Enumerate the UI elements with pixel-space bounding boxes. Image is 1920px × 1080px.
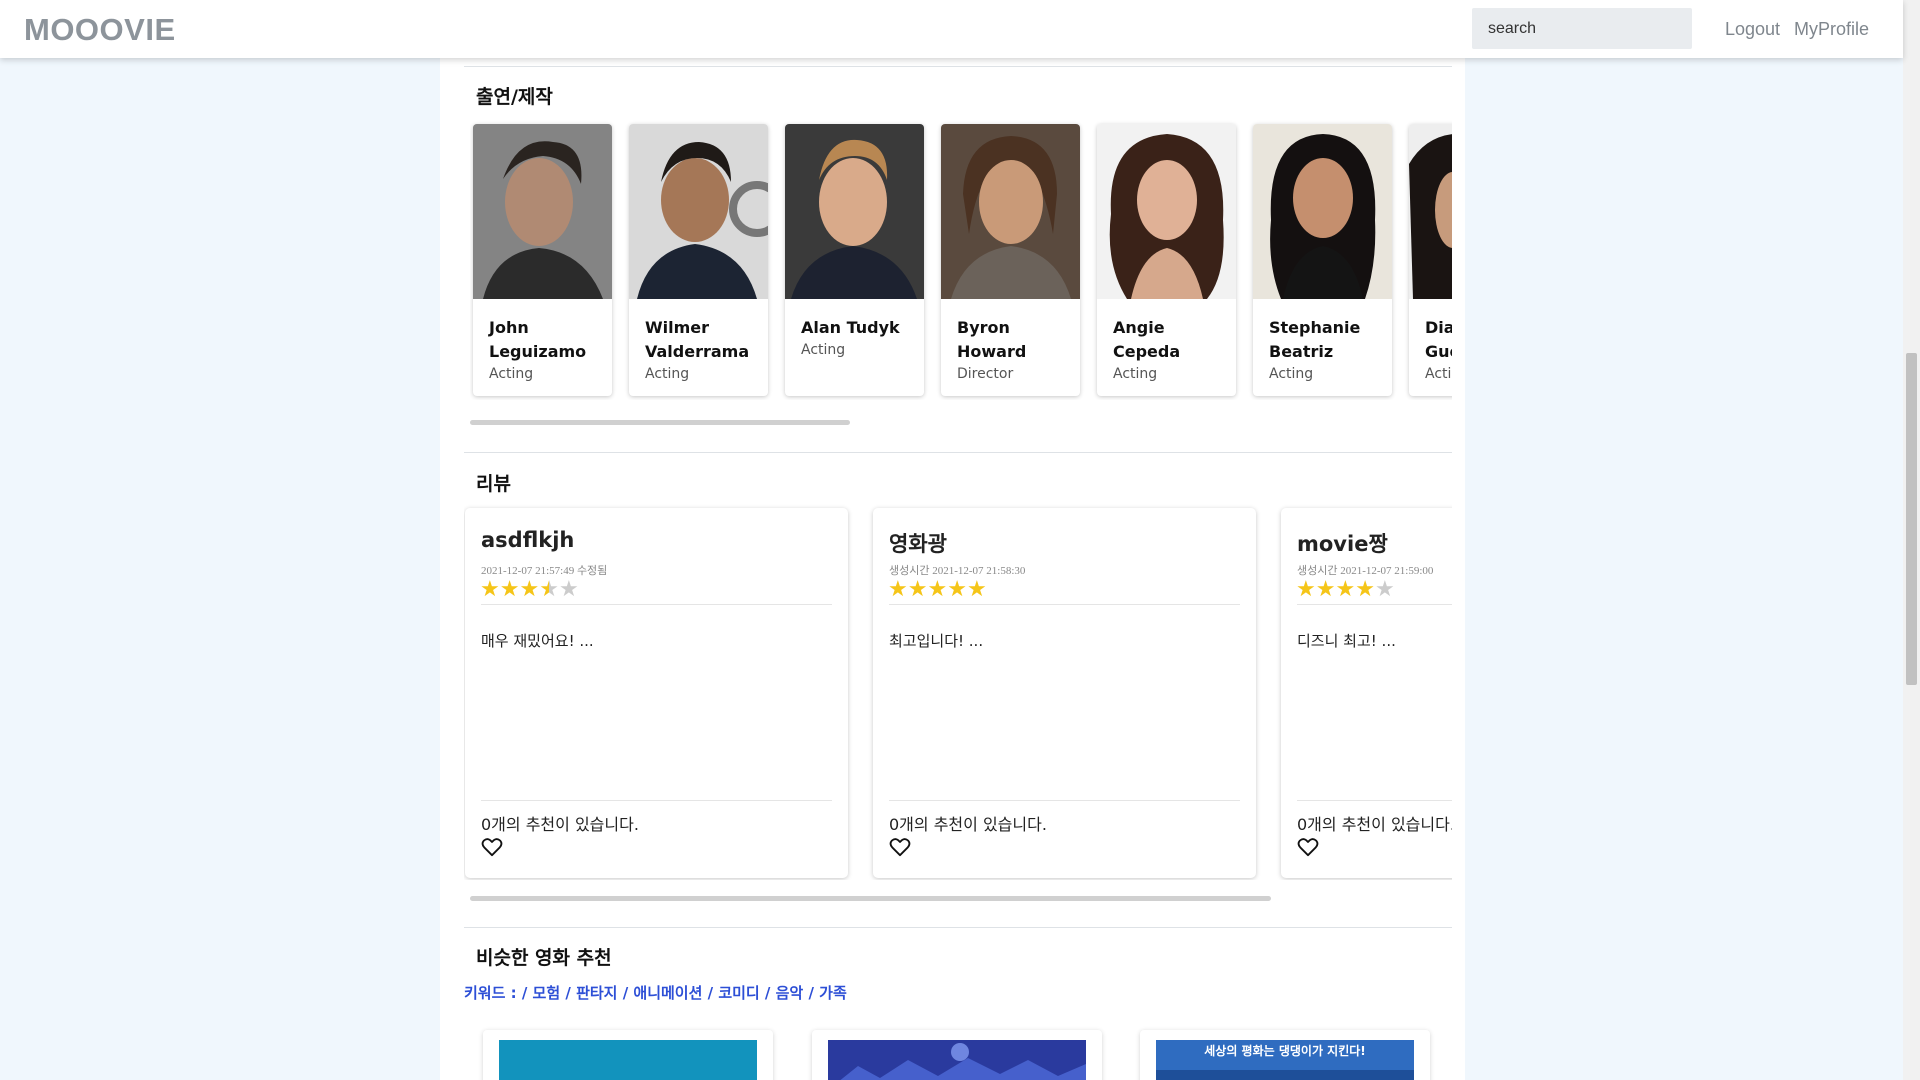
- star-icon: ★: [966, 577, 987, 602]
- review-scrollbar[interactable]: [470, 896, 1271, 901]
- movie-poster: [828, 1040, 1086, 1080]
- movie-card[interactable]: 세상의 평화는 댕댕이가 지킨다!: [1140, 1030, 1430, 1080]
- search-input[interactable]: [1472, 8, 1692, 49]
- heart-icon[interactable]: [481, 837, 503, 857]
- cast-name: Angie Cepeda: [1113, 318, 1181, 361]
- star-icon: ★: [907, 577, 928, 602]
- review-timestamp: 2021-12-07 21:57:49 수정됨: [481, 565, 608, 577]
- cast-photo: [1097, 124, 1236, 299]
- review-body: 디즈니 최고! ...: [1297, 632, 1396, 650]
- cast-name: John Leguizamo: [489, 318, 587, 361]
- cast-job: Director: [957, 366, 1014, 382]
- cast-section-title: 출연/제작: [476, 86, 553, 108]
- review-card[interactable]: 영화광 생성시간 2021-12-07 21:58:30 ★★★★★ 최고입니다…: [873, 508, 1256, 878]
- divider: [1297, 800, 1452, 801]
- cast-name: Byron Howard: [957, 318, 1027, 361]
- review-section-title: 리뷰: [476, 473, 511, 495]
- star-icon: ★: [927, 577, 948, 602]
- divider: [464, 927, 1452, 928]
- cast-photo: [785, 124, 924, 299]
- logout-link[interactable]: Logout: [1725, 19, 1780, 40]
- cast-job: Acting: [801, 342, 846, 358]
- cast-card[interactable]: Diane Guerrero Acting: [1409, 124, 1452, 396]
- review-carousel[interactable]: asdflkjh 2021-12-07 21:57:49 수정됨 ★★★★★ 매…: [464, 504, 1452, 880]
- movie-poster: [499, 1040, 757, 1080]
- half-star-icon: ★: [539, 577, 559, 602]
- star-empty-icon: ★: [1374, 577, 1395, 602]
- divider: [481, 800, 832, 801]
- star-icon: ★: [480, 577, 500, 602]
- star-icon: ★: [947, 577, 967, 602]
- star-icon: ★: [1355, 577, 1375, 602]
- review-timestamp: 생성시간 2021-12-07 21:59:00: [1297, 565, 1434, 577]
- heart-icon[interactable]: [1297, 837, 1319, 857]
- cast-job: Acting: [1113, 366, 1158, 382]
- cast-card[interactable]: Wilmer Valderrama Acting: [629, 124, 768, 396]
- review-body: 최고입니다! ...: [889, 632, 984, 650]
- page-scrollbar-thumb[interactable]: [1906, 353, 1917, 685]
- cast-card[interactable]: John Leguizamo Acting: [473, 124, 612, 396]
- cast-card[interactable]: Alan Tudyk Acting: [785, 124, 924, 396]
- review-username[interactable]: 영화광: [889, 528, 947, 558]
- my-profile-link[interactable]: MyProfile: [1794, 19, 1869, 40]
- cast-photo: [1253, 124, 1392, 299]
- review-rating: ★★★★★: [480, 578, 579, 602]
- star-icon: ★: [519, 577, 540, 602]
- review-likes: 0개의 추천이 있습니다.: [889, 815, 1047, 834]
- divider: [464, 452, 1452, 453]
- review-username[interactable]: asdflkjh: [481, 528, 574, 552]
- cast-photo: [941, 124, 1080, 299]
- cast-carousel[interactable]: John Leguizamo Acting Wilmer Valderrama …: [470, 118, 1452, 400]
- cast-card[interactable]: Angie Cepeda Acting: [1097, 124, 1236, 396]
- star-icon: ★: [1335, 577, 1356, 602]
- divider: [481, 604, 832, 605]
- star-icon: ★: [1296, 577, 1316, 602]
- review-username[interactable]: movie짱: [1297, 528, 1388, 558]
- review-card[interactable]: movie짱 생성시간 2021-12-07 21:59:00 ★★★★★ 디즈…: [1281, 508, 1452, 878]
- movie-card[interactable]: [483, 1030, 773, 1080]
- cast-job: Acting: [1269, 366, 1314, 382]
- cast-scrollbar[interactable]: [470, 420, 850, 425]
- heart-icon[interactable]: [889, 837, 911, 857]
- cast-job: Acting: [645, 366, 690, 382]
- review-timestamp: 생성시간 2021-12-07 21:58:30: [889, 565, 1026, 577]
- cast-name: Stephanie Beatriz: [1269, 318, 1361, 361]
- star-empty-icon: ★: [558, 577, 579, 602]
- cast-card[interactable]: Byron Howard Director: [941, 124, 1080, 396]
- star-icon: ★: [1315, 577, 1336, 602]
- cast-name: Wilmer Valderrama: [645, 318, 750, 361]
- cast-card[interactable]: Stephanie Beatriz Acting: [1253, 124, 1392, 396]
- star-icon: ★: [888, 577, 908, 602]
- cast-job: Acting: [1425, 366, 1452, 382]
- review-rating: ★★★★★: [888, 578, 987, 602]
- review-card[interactable]: asdflkjh 2021-12-07 21:57:49 수정됨 ★★★★★ 매…: [465, 508, 848, 878]
- brand-logo[interactable]: MOOOVIE: [24, 12, 176, 48]
- review-likes: 0개의 추천이 있습니다.: [481, 815, 639, 834]
- cast-photo: [473, 124, 612, 299]
- cast-job: Acting: [489, 366, 534, 382]
- cast-name: Alan Tudyk: [801, 318, 900, 337]
- cast-photo: [629, 124, 768, 299]
- review-rating: ★★★★★: [1296, 578, 1395, 602]
- poster-tagline: 세상의 평화는 댕댕이가 지킨다!: [1204, 1044, 1366, 1058]
- review-body: 매우 재밌어요! ...: [481, 632, 594, 650]
- cast-name: Diane Guerrero: [1425, 318, 1452, 361]
- movie-card[interactable]: [812, 1030, 1102, 1080]
- divider: [889, 604, 1240, 605]
- cast-photo: [1409, 124, 1452, 299]
- navbar: MOOOVIE Logout MyProfile: [0, 0, 1903, 58]
- keyword-list[interactable]: 키워드 : / 모험 / 판타지 / 애니메이션 / 코미디 / 음악 / 가족: [464, 982, 847, 1003]
- divider: [1297, 604, 1452, 605]
- star-icon: ★: [499, 577, 520, 602]
- similar-section-title: 비슷한 영화 추천: [476, 947, 612, 969]
- divider: [464, 66, 1452, 67]
- divider: [889, 800, 1240, 801]
- review-likes: 0개의 추천이 있습니다.: [1297, 815, 1452, 834]
